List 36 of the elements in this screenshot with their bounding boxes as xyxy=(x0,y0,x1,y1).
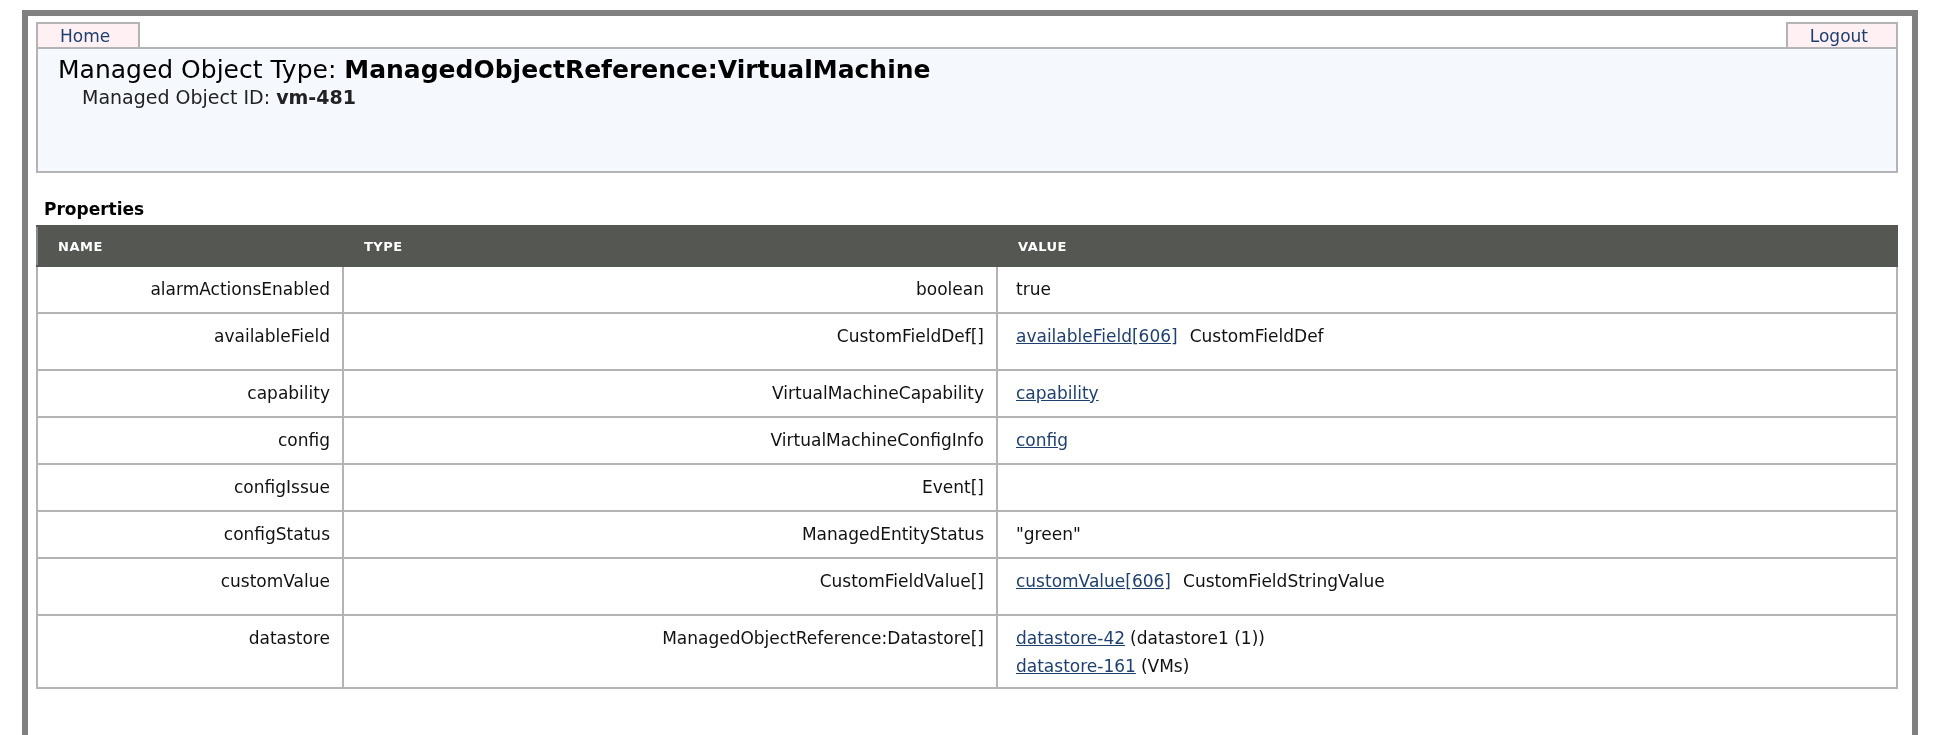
table-cell: CustomFieldDef[] xyxy=(343,313,997,370)
column-header: TYPE xyxy=(343,226,997,266)
table-cell: ManagedEntityStatus xyxy=(343,511,997,558)
value-link[interactable]: customValue[606] xyxy=(1016,571,1171,591)
table-cell: capability xyxy=(37,370,343,417)
home-link[interactable]: Home xyxy=(36,22,141,47)
column-header: VALUE xyxy=(997,226,1897,266)
value-text: CustomFieldDef xyxy=(1189,326,1324,346)
table-cell: config xyxy=(37,417,343,464)
table-cell: customValue xyxy=(37,558,343,615)
table-cell: alarmActionsEnabled xyxy=(37,266,343,313)
table-cell: Event[] xyxy=(343,464,997,511)
object-id-text: Managed Object ID: vm-481 xyxy=(81,86,357,108)
table-cell: ManagedObjectReference:Datastore[] xyxy=(343,615,997,688)
logout-link[interactable]: Logout xyxy=(1785,22,1898,47)
table-cell: availableField xyxy=(37,313,343,370)
value-link[interactable]: config xyxy=(1016,430,1069,450)
table-cell: VirtualMachineConfigInfo xyxy=(343,417,997,464)
value-link[interactable]: datastore-42 xyxy=(1016,628,1126,648)
table-cell: CustomFieldValue[] xyxy=(343,558,997,615)
value-text: (VMs) xyxy=(1140,656,1190,676)
value-text: CustomFieldStringValue xyxy=(1183,571,1385,591)
table-cell: configIssue xyxy=(37,464,343,511)
value-text: "green" xyxy=(1016,524,1081,544)
table-cell: configStatus xyxy=(37,511,343,558)
value-link[interactable]: datastore-161 xyxy=(1016,656,1136,676)
table-cell: datastore xyxy=(37,615,343,688)
value-link[interactable]: capability xyxy=(1016,383,1099,403)
value-text: true xyxy=(1016,279,1051,299)
section-title: Properties xyxy=(44,199,145,219)
column-header: NAME xyxy=(37,226,343,266)
table-cell: VirtualMachineCapability xyxy=(343,370,997,417)
table-cell: boolean xyxy=(343,266,997,313)
value-text: (datastore1 (1)) xyxy=(1130,628,1265,648)
value-link[interactable]: availableField[606] xyxy=(1016,326,1178,346)
object-type-heading: Managed Object Type: ManagedObjectReference:VirtualMachine xyxy=(58,55,932,84)
